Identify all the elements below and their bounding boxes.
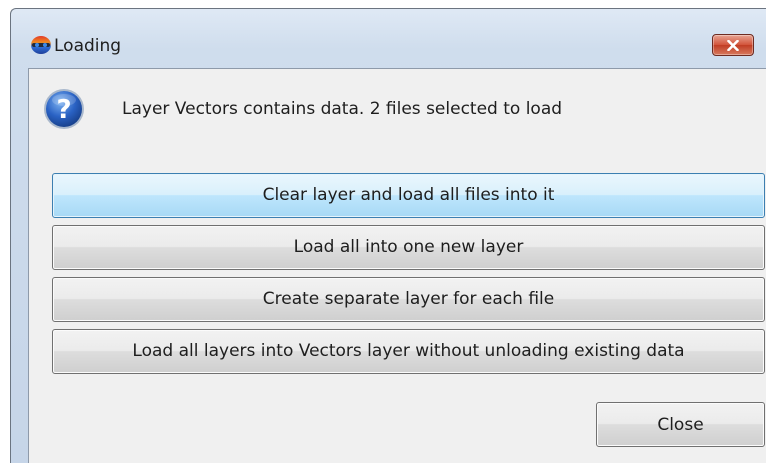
close-icon bbox=[727, 40, 739, 51]
clear-and-load-button[interactable]: Clear layer and load all files into it bbox=[52, 173, 765, 218]
question-icon: ? bbox=[43, 88, 85, 130]
svg-text:?: ? bbox=[56, 95, 71, 125]
load-without-unloading-button[interactable]: Load all layers into Vectors layer witho… bbox=[52, 329, 765, 374]
load-into-new-layer-button[interactable]: Load all into one new layer bbox=[52, 225, 765, 270]
window-title: Loading bbox=[54, 36, 122, 56]
close-button[interactable]: Close bbox=[596, 402, 765, 447]
window-close-button[interactable] bbox=[712, 34, 754, 56]
dialog-window: Loading ? Layer Vectors contains data. 2… bbox=[10, 8, 766, 463]
rainbow-globe-icon bbox=[30, 35, 52, 55]
separate-layers-button[interactable]: Create separate layer for each file bbox=[52, 277, 765, 322]
title-bar[interactable]: Loading bbox=[11, 9, 766, 56]
dialog-message: Layer Vectors contains data. 2 files sel… bbox=[122, 99, 563, 119]
dialog-body: ? Layer Vectors contains data. 2 files s… bbox=[28, 68, 766, 463]
